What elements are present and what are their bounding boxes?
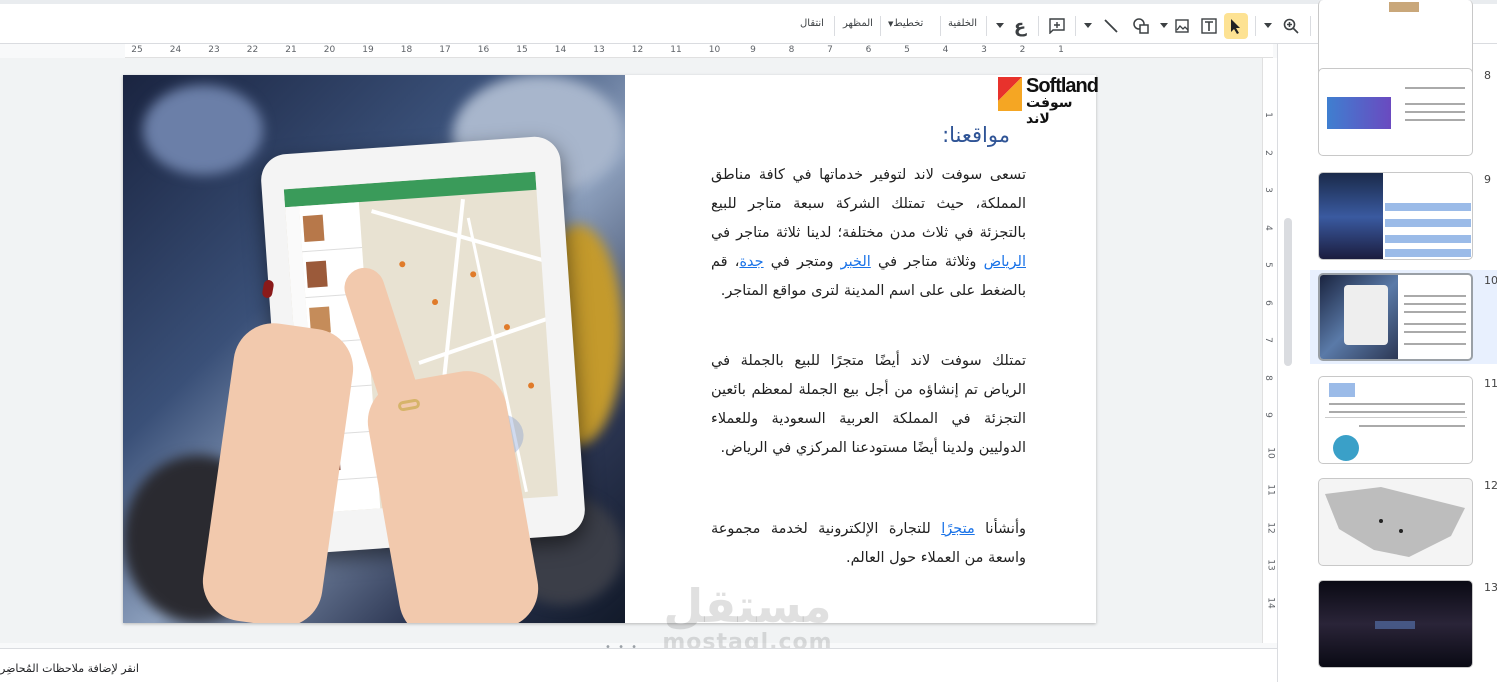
ruler-tick-label: 6 (865, 45, 872, 55)
vertical-ruler[interactable]: 1 2 3 4 5 6 7 8 9 10 11 12 13 14 (1262, 58, 1277, 643)
ruler-tick-label: 6 (1262, 299, 1273, 306)
ruler-tick-label: 1 (1262, 112, 1273, 118)
ruler-tick-label: 15 (516, 45, 528, 55)
ruler-tick-label: 5 (1262, 262, 1273, 268)
slide-heading[interactable]: مواقعنا: (942, 123, 1010, 147)
logo-text-ar: سوفت لاند (1026, 95, 1073, 127)
layout-button[interactable]: ▼تخطيط (888, 18, 923, 29)
line-icon[interactable] (1100, 13, 1122, 39)
ruler-tick-label: 17 (439, 45, 451, 55)
slide-thumbnail-10[interactable]: 10 (1310, 270, 1497, 364)
ruler-tick-label: 7 (827, 45, 833, 55)
ruler-tick-label: 14 (1265, 596, 1276, 609)
slide-thumbnail-7[interactable] (1310, 0, 1497, 80)
transition-button[interactable]: انتقال (800, 18, 824, 29)
ruler-tick-label: 10 (1265, 446, 1276, 459)
paragraph-ecommerce[interactable]: وأنشأنا متجرًا للتجارة الإلكترونية لخدمة… (711, 515, 1026, 573)
zoom-icon[interactable] (1280, 13, 1302, 39)
paragraph-wholesale[interactable]: تمتلك سوفت لاند أيضًا متجرًا للبيع بالجم… (711, 347, 1026, 463)
ruler-tick-label: 9 (1262, 412, 1273, 418)
ruler-tick-label: 11 (1265, 484, 1276, 496)
speaker-notes[interactable]: انقر لإضافة ملاحظات المُحاضِر (0, 648, 1277, 682)
ruler-tick-label: 4 (1262, 224, 1273, 231)
slide-editor[interactable]: Softland سوفت لاند مواقعنا: تسعى سوفت لا… (123, 75, 1099, 623)
ruler-tick-label: 3 (981, 45, 987, 55)
ruler-tick-label: 12 (1265, 521, 1276, 534)
tablet-map-photo[interactable] (123, 75, 625, 623)
ruler-tick-label: 3 (1262, 187, 1273, 193)
toolbar: ع الخلفية ▼تخطيط المظهر انتقال (0, 0, 1497, 44)
input-tools-icon[interactable]: ع (1010, 13, 1030, 39)
ruler-tick-label: 2 (1262, 149, 1273, 156)
ruler-tick-label: 10 (708, 45, 721, 55)
comment-icon[interactable] (1046, 13, 1068, 39)
ruler-tick-label: 1 (1058, 45, 1064, 55)
softland-logo-icon (998, 77, 1022, 111)
theme-button[interactable]: المظهر (843, 18, 873, 29)
ruler-tick-label: 7 (1262, 337, 1273, 343)
image-dropdown-icon[interactable] (1158, 13, 1170, 39)
ruler-tick-label: 9 (750, 45, 756, 55)
link-riyadh[interactable]: الرياض (984, 254, 1026, 270)
select-icon[interactable] (1224, 13, 1248, 39)
ruler-tick-label: 13 (593, 45, 605, 55)
paragraph-stores[interactable]: تسعى سوفت لاند لتوفير خدماتها في كافة من… (711, 161, 1026, 306)
input-tools-dropdown-icon[interactable] (994, 13, 1006, 39)
mostaql-watermark: مستقل mostaql.com (662, 579, 833, 655)
ruler-tick-label: 16 (477, 45, 490, 55)
ruler-tick-label: 25 (131, 45, 143, 55)
shape-icon[interactable] (1130, 13, 1152, 39)
image-icon[interactable] (1172, 13, 1192, 39)
ruler-tick-label: 11 (670, 45, 682, 55)
line-dropdown-icon[interactable] (1082, 13, 1094, 39)
textbox-icon[interactable] (1198, 13, 1220, 39)
ruler-tick-label: 8 (788, 45, 795, 55)
ruler-tick-label: 4 (942, 45, 949, 55)
link-store[interactable]: متجرًا (941, 521, 975, 537)
zoom-dropdown-icon[interactable] (1262, 13, 1274, 39)
ruler-tick-label: 24 (169, 45, 182, 55)
filmstrip-scrollbar[interactable] (1284, 218, 1292, 366)
ruler-tick-label: 14 (554, 45, 567, 55)
link-khobar[interactable]: الخبر (841, 254, 871, 270)
slide-thumbnail-12[interactable]: 12 (1310, 475, 1497, 569)
ruler-tick-label: 19 (362, 45, 374, 55)
slide-thumbnail-8[interactable]: 8 (1310, 65, 1497, 159)
ruler-tick-label: 12 (631, 45, 644, 55)
background-button[interactable]: الخلفية (948, 18, 977, 29)
ruler-tick-label: 2 (1019, 45, 1026, 55)
ruler-tick-label: 21 (285, 45, 297, 55)
ruler-tick-label: 22 (246, 45, 259, 55)
ruler-tick-label: 20 (323, 45, 336, 55)
slide-thumbnail-11[interactable]: 11 (1310, 373, 1497, 467)
ruler-tick-label: 13 (1265, 559, 1276, 571)
link-jeddah[interactable]: جدة (739, 254, 763, 270)
slide-thumbnail-9[interactable]: 9 (1310, 169, 1497, 263)
ruler-tick-label: 5 (904, 45, 910, 55)
ruler-tick-label: 23 (208, 45, 220, 55)
ruler-tick-label: 8 (1262, 374, 1273, 381)
ruler-tick-label: 18 (400, 45, 413, 55)
slide-thumbnail-13[interactable]: 13 (1310, 577, 1497, 671)
horizontal-ruler[interactable]: 25 24 23 22 21 20 19 18 17 16 15 14 13 12 11 10 9 8 7 6 5 4 3 2… (125, 44, 1273, 58)
softland-logo: Softland سوفت لاند (996, 75, 1099, 127)
